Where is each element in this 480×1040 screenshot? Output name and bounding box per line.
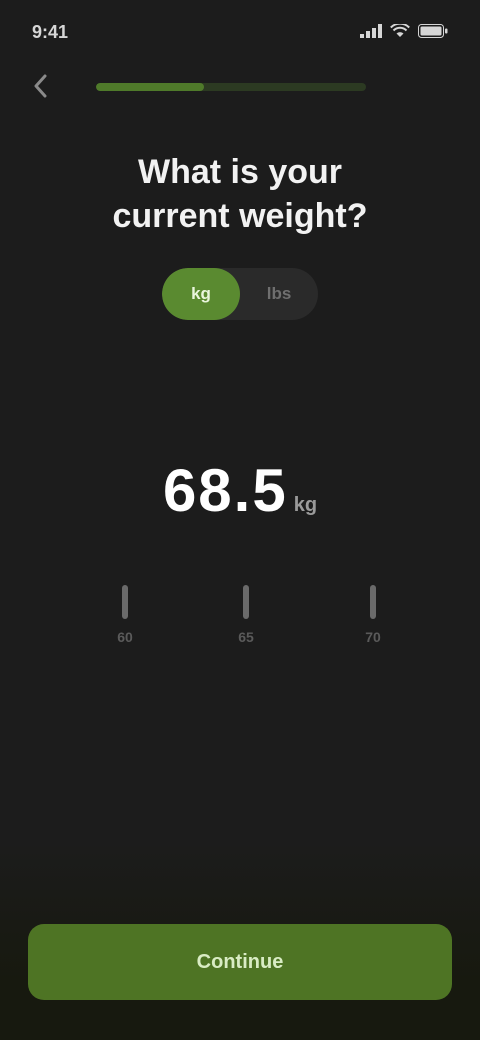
status-time: 9:41 <box>32 21 69 42</box>
ruler-tick-label: 65 <box>238 629 254 645</box>
question-line-2: current weight? <box>112 197 368 235</box>
ruler-tick-label: 70 <box>365 629 381 645</box>
progress-bar <box>96 83 366 91</box>
back-button[interactable] <box>24 70 56 102</box>
progress-fill <box>96 83 204 91</box>
battery-icon <box>418 22 448 43</box>
onboarding-screen: 9:41 What is your current weight? kg lbs… <box>0 0 480 1040</box>
status-bar: 9:41 <box>0 0 480 64</box>
weight-value-display: 68.5 kg <box>0 456 480 525</box>
ruler-tick <box>243 585 249 619</box>
wifi-icon <box>390 22 410 43</box>
signal-icon <box>360 22 382 43</box>
status-right <box>360 22 448 43</box>
question-line-1: What is your <box>137 153 343 191</box>
ruler-tick <box>370 585 376 619</box>
page-title: What is your current weight? <box>40 150 440 238</box>
status-left: 9:41 <box>32 22 68 43</box>
top-row <box>0 64 480 108</box>
weight-unit: kg <box>293 494 318 516</box>
unit-option-kg[interactable]: kg <box>162 268 240 320</box>
ruler-tick <box>122 585 128 619</box>
weight-value: 68.5 <box>162 457 288 524</box>
unit-option-lbs[interactable]: lbs <box>240 268 318 320</box>
unit-toggle: kg lbs <box>162 268 318 320</box>
continue-button[interactable]: Continue <box>28 924 452 1000</box>
weight-ruler-slider[interactable]: 60 65 70 <box>0 585 480 655</box>
chevron-left-icon <box>34 74 47 98</box>
ruler-tick-label: 60 <box>117 629 133 645</box>
